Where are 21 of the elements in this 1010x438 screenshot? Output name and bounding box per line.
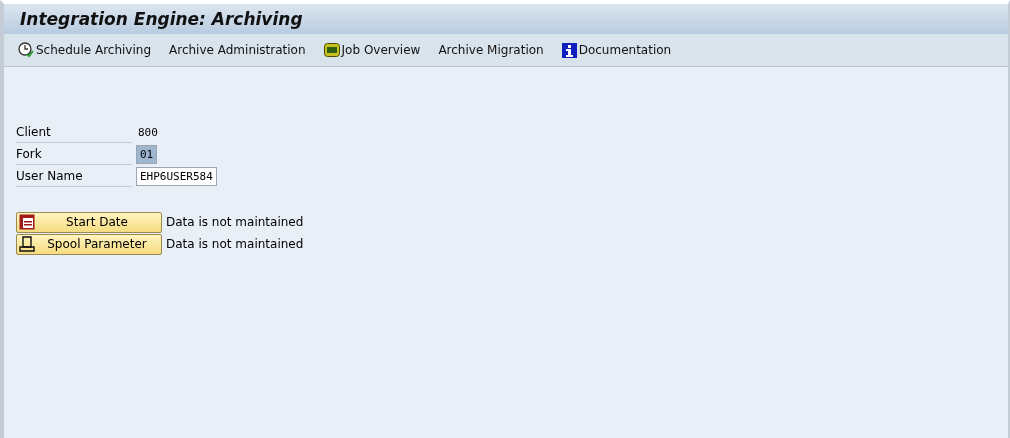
action-button[interactable]: Spool Parameter [16,233,162,255]
field-label: User Name [16,165,132,187]
toolbar-button[interactable]: Documentation [557,42,676,58]
toolbar-button[interactable]: Job Overview [319,43,425,57]
status-text: Data is not maintained [166,215,304,229]
action-button[interactable]: Start Date [16,211,162,233]
printer-icon [19,236,35,252]
status-text: Data is not maintained [166,237,304,251]
job-icon [323,43,340,57]
clock-icon [18,42,34,58]
field-label: Client [16,121,132,143]
toolbar-button[interactable]: Schedule Archiving [14,42,156,58]
field-label: Fork [16,143,132,165]
field-value: 800 [137,125,159,139]
calendar-icon [19,214,35,230]
info-icon [561,42,577,58]
toolbar-button[interactable]: Archive Migration [434,43,548,57]
input-field[interactable]: EHP6USER584 [136,166,217,186]
input-field[interactable]: 01 [136,144,158,164]
toolbar-button[interactable]: Archive Administration [165,43,310,57]
window-title: Integration Engine: Archiving [20,9,303,29]
